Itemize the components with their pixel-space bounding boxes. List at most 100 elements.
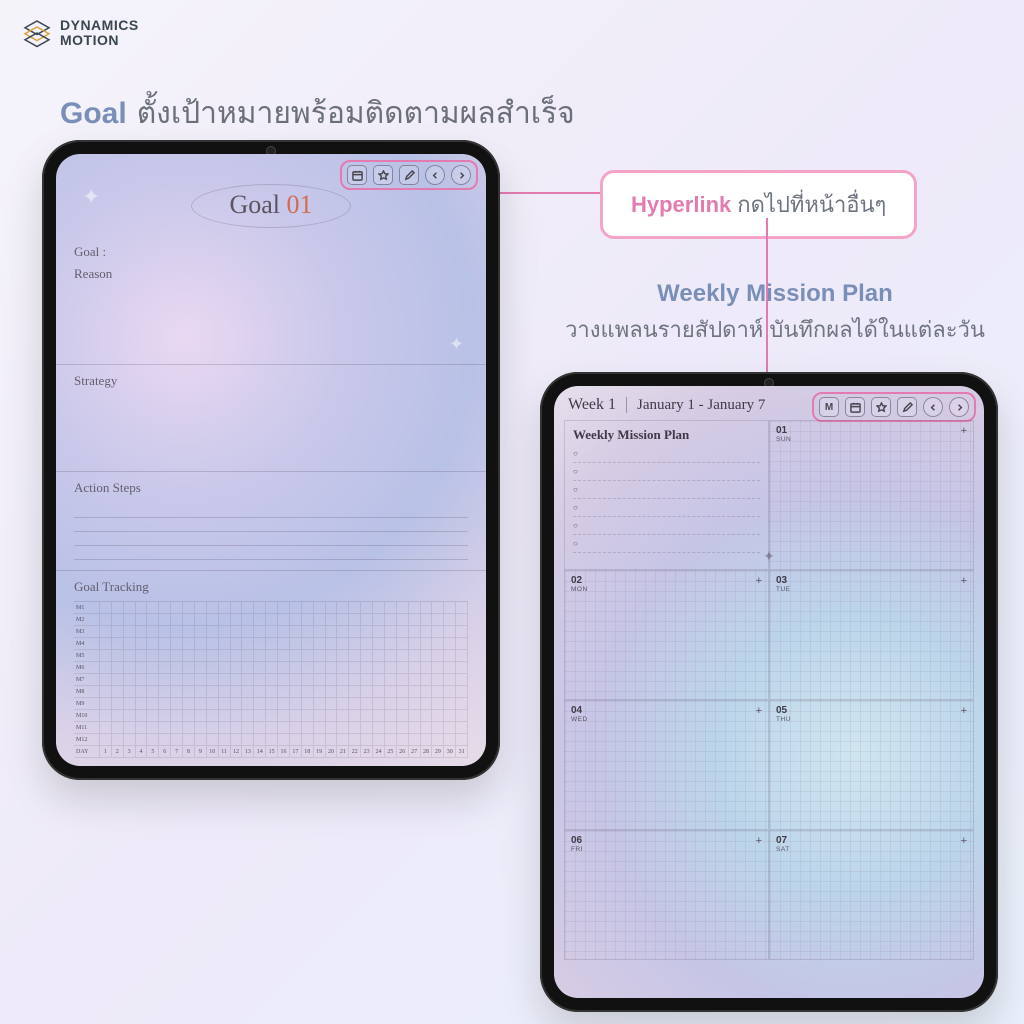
tracking-cell[interactable] [242,650,254,662]
tracking-cell[interactable] [266,614,278,626]
next-icon[interactable] [949,397,969,417]
tracking-cell[interactable] [207,614,219,626]
tracking-cell[interactable] [302,602,314,614]
tracking-cell[interactable] [219,710,231,722]
tracking-cell[interactable] [326,698,338,710]
tracking-cell[interactable] [349,674,361,686]
tracking-cell[interactable] [409,710,421,722]
star-icon[interactable] [871,397,891,417]
tracking-cell[interactable] [349,626,361,638]
tracking-cell[interactable] [254,710,266,722]
tracking-cell[interactable] [385,614,397,626]
tracking-cell[interactable] [444,602,456,614]
tracking-cell[interactable] [159,602,171,614]
tracking-cell[interactable] [147,650,159,662]
tracking-cell[interactable] [302,686,314,698]
tracking-cell[interactable] [207,710,219,722]
day-cell[interactable]: 06FRI+ [564,830,769,960]
tracking-cell[interactable] [397,674,409,686]
tracking-cell[interactable] [326,662,338,674]
tracking-cell[interactable] [432,686,444,698]
tracking-cell[interactable] [266,650,278,662]
tracking-cell[interactable] [195,650,207,662]
tracking-cell[interactable] [207,602,219,614]
tracking-cell[interactable] [195,626,207,638]
tracking-cell[interactable] [444,698,456,710]
tracking-cell[interactable] [326,734,338,746]
tracking-cell[interactable] [183,650,195,662]
tracking-cell[interactable] [314,710,326,722]
tracking-cell[interactable] [231,674,243,686]
tracking-cell[interactable] [337,674,349,686]
tracking-cell[interactable] [266,674,278,686]
tracking-cell[interactable] [219,638,231,650]
tracking-cell[interactable] [432,710,444,722]
tracking-cell[interactable] [444,638,456,650]
tracking-cell[interactable] [112,602,124,614]
tracking-cell[interactable] [254,650,266,662]
tracking-cell[interactable] [456,722,468,734]
tracking-cell[interactable] [147,734,159,746]
tracking-cell[interactable] [290,686,302,698]
tracking-cell[interactable] [147,710,159,722]
tracking-cell[interactable] [147,722,159,734]
tracking-cell[interactable] [337,698,349,710]
tracking-cell[interactable] [266,710,278,722]
tracking-cell[interactable] [159,698,171,710]
tracking-cell[interactable] [124,626,136,638]
tracking-cell[interactable] [373,710,385,722]
tracking-cell[interactable] [242,602,254,614]
tracking-cell[interactable] [373,662,385,674]
tracking-cell[interactable] [242,626,254,638]
tracking-cell[interactable] [171,710,183,722]
tracking-cell[interactable] [349,614,361,626]
tracking-cell[interactable] [290,698,302,710]
tracking-cell[interactable] [397,614,409,626]
tracking-cell[interactable] [195,674,207,686]
tracking-cell[interactable] [124,734,136,746]
tracking-cell[interactable] [397,602,409,614]
tracking-cell[interactable] [266,662,278,674]
plus-icon[interactable]: + [961,575,967,587]
tracking-cell[interactable] [278,674,290,686]
tracking-cell[interactable] [266,722,278,734]
tracking-cell[interactable] [112,698,124,710]
tracking-cell[interactable] [159,674,171,686]
tracking-cell[interactable] [195,722,207,734]
tracking-cell[interactable] [337,626,349,638]
tracking-cell[interactable] [421,602,433,614]
tracking-cell[interactable] [326,674,338,686]
tracking-cell[interactable] [397,710,409,722]
tracking-cell[interactable] [349,734,361,746]
tracking-cell[interactable] [219,674,231,686]
tracking-cell[interactable] [147,662,159,674]
tracking-cell[interactable] [444,614,456,626]
tracking-cell[interactable] [409,614,421,626]
tracking-cell[interactable] [397,734,409,746]
tracking-cell[interactable] [171,638,183,650]
tracking-cell[interactable] [444,734,456,746]
tracking-cell[interactable] [100,638,112,650]
tracking-cell[interactable] [397,650,409,662]
tracking-cell[interactable] [159,614,171,626]
tracking-cell[interactable] [421,734,433,746]
tracking-cell[interactable] [231,638,243,650]
tracking-cell[interactable] [302,722,314,734]
tracking-cell[interactable] [373,674,385,686]
tracking-cell[interactable] [147,626,159,638]
tracking-cell[interactable] [147,614,159,626]
tracking-cell[interactable] [290,710,302,722]
tracking-cell[interactable] [361,722,373,734]
tracking-cell[interactable] [397,722,409,734]
tracking-cell[interactable] [444,674,456,686]
tracking-cell[interactable] [136,602,148,614]
tracking-cell[interactable] [112,638,124,650]
tracking-cell[interactable] [421,614,433,626]
tracking-cell[interactable] [219,734,231,746]
steps-lines[interactable] [74,504,468,560]
tracking-cell[interactable] [432,674,444,686]
tracking-cell[interactable] [242,698,254,710]
tracking-cell[interactable] [242,614,254,626]
prev-icon[interactable] [923,397,943,417]
tracking-cell[interactable] [290,734,302,746]
